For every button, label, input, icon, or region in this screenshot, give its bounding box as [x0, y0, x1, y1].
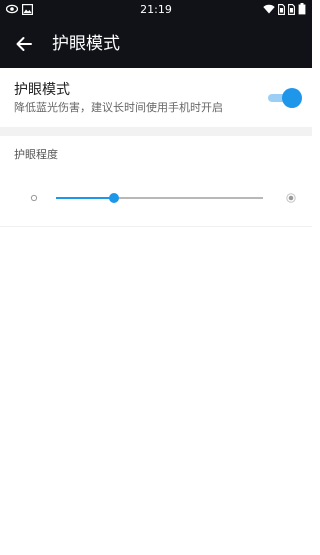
status-bar: 21:19	[0, 0, 312, 20]
slider-thumb[interactable]	[108, 193, 119, 203]
battery-icon	[298, 3, 306, 15]
intensity-label: 护眼程度	[14, 148, 58, 161]
toggle-thumb	[282, 88, 302, 108]
eye-mode-title: 护眼模式	[14, 82, 70, 98]
sim-1-icon	[278, 3, 285, 15]
status-right-icons	[263, 3, 306, 15]
wifi-icon	[263, 4, 275, 14]
sun-small-icon	[30, 194, 38, 202]
slider-fill	[56, 197, 114, 199]
intensity-slider-row	[0, 180, 312, 220]
eye-protection-screen: 21:19 护眼模式 护眼模式 降低蓝光伤害，建议长时间使用手机时开启 护眼程度	[0, 0, 312, 555]
arrow-left-icon	[16, 37, 32, 51]
page-title: 护眼模式	[52, 34, 120, 54]
section-bottom-rule	[0, 226, 312, 227]
section-divider	[0, 127, 312, 136]
app-bar: 护眼模式	[0, 20, 312, 68]
sun-large-icon	[286, 193, 296, 203]
eye-mode-setting-row: 护眼模式 降低蓝光伤害，建议长时间使用手机时开启	[0, 68, 312, 126]
back-button[interactable]	[10, 30, 38, 58]
eye-mode-description: 降低蓝光伤害，建议长时间使用手机时开启	[14, 101, 223, 114]
sim-2-icon	[288, 3, 295, 15]
intensity-slider[interactable]	[56, 190, 263, 206]
eye-mode-toggle[interactable]	[268, 88, 302, 108]
